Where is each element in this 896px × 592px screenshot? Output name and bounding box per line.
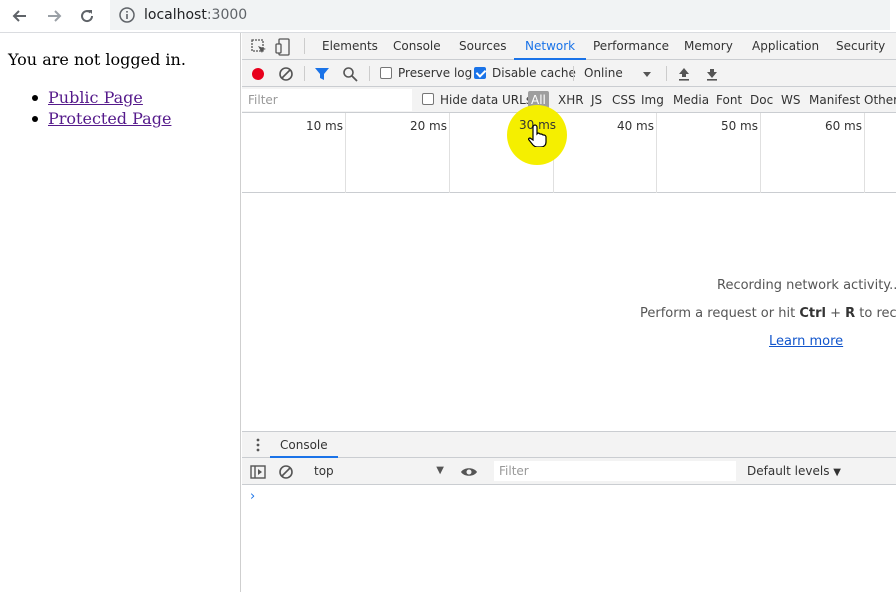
eye-icon[interactable] <box>460 463 478 481</box>
toolbar-separator <box>369 66 370 81</box>
timeline-tick: 40 ms <box>616 119 654 133</box>
timeline-tick: 10 ms <box>305 119 343 133</box>
context-value: top <box>314 464 334 478</box>
hide-data-urls-label: Hide data URLs <box>440 93 533 107</box>
login-status: You are not logged in. <box>8 50 186 69</box>
url-text: localhost:3000 <box>144 7 247 23</box>
record-icon[interactable] <box>249 65 267 83</box>
timeline-tick: 60 ms <box>824 119 862 133</box>
chevron-down-icon: ▼ <box>436 465 444 476</box>
back-button[interactable] <box>8 4 32 28</box>
timeline-tick: 20 ms <box>409 119 447 133</box>
drawer-tab-console[interactable]: Console <box>270 432 338 458</box>
timeline-gridline <box>760 113 761 193</box>
filter-type-js[interactable]: JS <box>591 93 602 107</box>
filter-type-media[interactable]: Media <box>673 93 709 107</box>
recording-message: Recording network activity... <box>717 278 896 293</box>
network-overview-timeline[interactable]: 10 ms 20 ms 40 ms 50 ms 60 ms <box>242 113 896 193</box>
more-options-icon[interactable] <box>252 438 264 452</box>
filter-type-css[interactable]: CSS <box>612 93 636 107</box>
link-list: Public Page Protected Page <box>31 87 171 129</box>
console-toolbar: top ▼ Filter Default levels ▼ <box>242 458 896 485</box>
filter-type-font[interactable]: Font <box>716 93 742 107</box>
tab-network[interactable]: Network <box>514 33 587 60</box>
disable-cache-checkbox[interactable] <box>474 67 486 79</box>
filter-type-doc[interactable]: Doc <box>750 93 773 107</box>
list-item: Protected Page <box>31 108 171 129</box>
tab-separator <box>304 38 305 54</box>
clear-icon[interactable] <box>277 65 295 83</box>
list-item: Public Page <box>31 87 171 108</box>
console-filter-input[interactable]: Filter <box>494 461 736 481</box>
info-icon[interactable] <box>118 6 136 24</box>
network-empty-state: Recording network activity... Perform a … <box>242 193 896 431</box>
search-icon[interactable] <box>341 65 359 83</box>
network-toolbar: Preserve log Disable cache Online <box>242 60 896 87</box>
filter-funnel-icon[interactable] <box>313 65 331 83</box>
timeline-gridline <box>449 113 450 193</box>
hint-prefix: Perform a request or hit <box>640 306 800 321</box>
export-har-icon[interactable] <box>703 65 721 83</box>
address-bar[interactable]: localhost:3000 <box>110 0 890 30</box>
devtools-panel: Elements Console Sources Network Perform… <box>242 33 896 592</box>
log-levels-dropdown[interactable]: Default levels ▼ <box>747 461 841 481</box>
tab-console[interactable]: Console <box>393 33 441 60</box>
chevron-down-icon[interactable] <box>640 67 654 81</box>
public-page-link[interactable]: Public Page <box>48 88 143 107</box>
throttle-select[interactable]: Online <box>584 66 623 80</box>
network-filter-input[interactable]: Filter <box>242 89 412 111</box>
tab-memory[interactable]: Memory <box>684 33 733 60</box>
tab-performance[interactable]: Performance <box>593 33 669 60</box>
timeline-gridline <box>345 113 346 193</box>
log-levels-label: Default levels <box>747 464 830 478</box>
tab-security[interactable]: Security <box>836 33 885 60</box>
reload-button[interactable] <box>75 4 99 28</box>
show-sidebar-icon[interactable] <box>249 463 267 481</box>
hint-suffix: to record <box>859 306 896 321</box>
tab-sources[interactable]: Sources <box>459 33 506 60</box>
drawer-tabbar: Console <box>242 431 896 458</box>
hint-key-r: R <box>845 306 856 321</box>
filter-type-xhr[interactable]: XHR <box>558 93 584 107</box>
hint-key-ctrl: Ctrl <box>799 306 826 321</box>
page-content: You are not logged in. Public Page Prote… <box>0 33 241 592</box>
inspect-element-icon[interactable] <box>250 38 268 56</box>
network-filterbar: Filter Hide data URLs All XHR JS CSS Img… <box>242 87 896 113</box>
clear-console-icon[interactable] <box>277 463 295 481</box>
console-prompt[interactable]: › <box>250 489 255 504</box>
toolbar-separator <box>666 66 667 81</box>
filter-type-other[interactable]: Other <box>864 93 896 107</box>
hide-data-urls-checkbox[interactable] <box>422 93 434 105</box>
import-har-icon[interactable] <box>675 65 693 83</box>
device-toolbar-icon[interactable] <box>275 38 293 56</box>
toolbar-separator <box>573 66 574 81</box>
protected-page-link[interactable]: Protected Page <box>48 109 171 128</box>
learn-more-link[interactable]: Learn more <box>769 334 843 349</box>
disable-cache-label: Disable cache <box>492 66 576 80</box>
hint-plus: + <box>825 306 846 321</box>
filter-type-ws[interactable]: WS <box>781 93 800 107</box>
tab-application[interactable]: Application <box>752 33 819 60</box>
timeline-gridline <box>656 113 657 193</box>
tab-elements[interactable]: Elements <box>322 33 378 60</box>
filter-type-manifest[interactable]: Manifest <box>809 93 860 107</box>
context-selector[interactable]: top ▼ <box>310 461 446 481</box>
record-hint: Perform a request or hit Ctrl + R to rec… <box>640 306 896 321</box>
timeline-tick: 50 ms <box>720 119 758 133</box>
chevron-down-icon: ▼ <box>833 467 841 478</box>
timeline-gridline <box>864 113 865 193</box>
url-host: localhost <box>144 7 207 23</box>
browser-toolbar: localhost:3000 <box>0 0 896 33</box>
hand-pointer-icon <box>528 124 547 147</box>
back-arrow-icon <box>12 10 26 22</box>
preserve-log-label: Preserve log <box>398 66 473 80</box>
preserve-log-checkbox[interactable] <box>380 67 392 79</box>
toolbar-separator <box>304 66 305 81</box>
filter-type-img[interactable]: Img <box>641 93 664 107</box>
url-port: :3000 <box>206 7 248 23</box>
forward-arrow-icon <box>48 10 62 22</box>
forward-button[interactable] <box>42 4 66 28</box>
devtools-tabbar: Elements Console Sources Network Perform… <box>242 33 896 60</box>
reload-icon <box>81 10 94 23</box>
